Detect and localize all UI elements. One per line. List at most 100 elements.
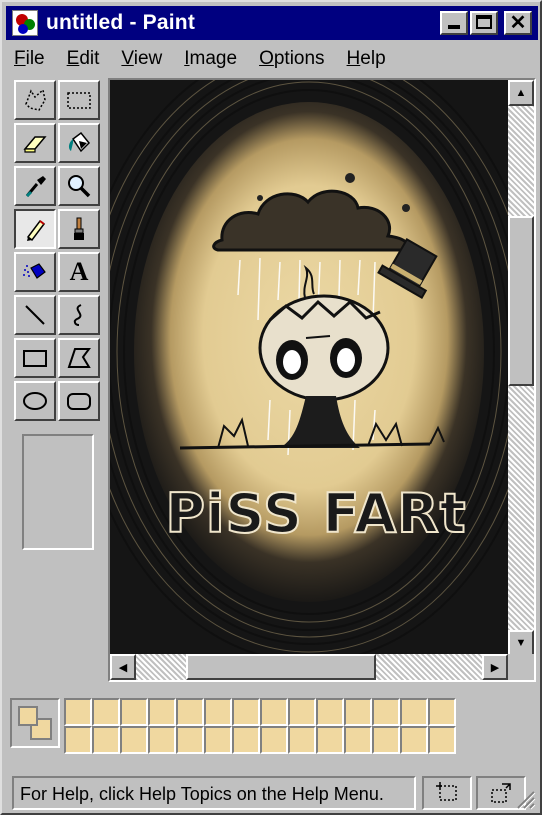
horizontal-scrollbar[interactable]: ◀ ▶ <box>110 654 508 680</box>
color-swatch[interactable] <box>288 698 316 726</box>
color-swatch[interactable] <box>372 698 400 726</box>
color-swatch[interactable] <box>428 698 456 726</box>
close-button[interactable]: ✕ <box>504 11 532 35</box>
scrollbar-corner <box>508 654 534 680</box>
menu-bar: File Edit View Image Options Help <box>6 42 538 76</box>
tool-curve[interactable] <box>58 295 100 335</box>
status-position-pane <box>422 776 472 810</box>
color-swatch[interactable] <box>232 726 260 754</box>
maximize-button[interactable] <box>470 11 498 35</box>
color-swatch[interactable] <box>204 726 232 754</box>
vertical-scroll-thumb[interactable] <box>508 216 534 386</box>
tool-ellipse[interactable] <box>14 381 56 421</box>
title-bar[interactable]: untitled - Paint ✕ <box>6 6 538 40</box>
color-palette <box>6 690 538 764</box>
horizontal-scroll-thumb[interactable] <box>186 654 376 680</box>
arrow-left-icon: ◀ <box>118 661 128 674</box>
artwork-caption: PiSS FARt <box>165 482 466 545</box>
status-help-text: For Help, click Help Topics on the Help … <box>12 776 416 810</box>
color-swatch[interactable] <box>232 698 260 726</box>
color-swatch[interactable] <box>344 726 372 754</box>
color-swatch[interactable] <box>148 726 176 754</box>
arrow-right-icon: ▶ <box>490 661 500 674</box>
color-swatch[interactable] <box>176 698 204 726</box>
color-swatch[interactable] <box>260 698 288 726</box>
drawing-canvas[interactable]: PiSS FARt <box>110 80 508 656</box>
scroll-down-button[interactable]: ▼ <box>508 630 534 656</box>
color-swatch[interactable] <box>92 698 120 726</box>
color-swatch[interactable] <box>176 726 204 754</box>
color-swatch[interactable] <box>400 726 428 754</box>
color-swatch[interactable] <box>260 726 288 754</box>
color-swatch[interactable] <box>120 726 148 754</box>
tool-polygon[interactable] <box>58 338 100 378</box>
eyedropper-icon <box>25 176 46 198</box>
tool-select[interactable] <box>58 80 100 120</box>
tool-rounded-rectangle[interactable] <box>58 381 100 421</box>
artwork-image: PiSS FARt <box>110 80 508 656</box>
vertical-scrollbar[interactable]: ▲ ▼ <box>508 80 534 656</box>
color-swatch[interactable] <box>288 726 316 754</box>
maximize-icon <box>476 15 492 29</box>
eraser-icon <box>23 136 47 153</box>
line-icon <box>25 305 45 325</box>
arrow-down-icon: ▼ <box>515 637 527 649</box>
window-controls: ✕ <box>438 11 532 35</box>
menu-edit[interactable]: Edit <box>67 48 100 70</box>
menu-options[interactable]: Options <box>259 48 324 70</box>
magnifier-icon <box>68 175 91 198</box>
color-swatches <box>64 698 456 754</box>
color-swatch[interactable] <box>316 726 344 754</box>
color-swatch[interactable] <box>120 698 148 726</box>
rounded-rect-icon <box>67 393 91 410</box>
menu-file[interactable]: File <box>14 48 45 70</box>
scroll-right-button[interactable]: ▶ <box>482 654 508 680</box>
paint-app-icon[interactable] <box>12 10 38 36</box>
tool-options-box[interactable] <box>22 434 94 550</box>
current-colors[interactable] <box>10 698 60 748</box>
tool-free-form-select[interactable] <box>14 80 56 120</box>
color-swatch[interactable] <box>92 726 120 754</box>
tool-magnifier[interactable] <box>58 166 100 206</box>
color-swatch[interactable] <box>64 726 92 754</box>
color-swatch[interactable] <box>344 698 372 726</box>
menu-view[interactable]: View <box>121 48 162 70</box>
tool-eraser[interactable] <box>14 123 56 163</box>
toolbox: A <box>10 78 106 678</box>
tool-fill-with-color[interactable] <box>58 123 100 163</box>
tool-brush[interactable] <box>58 209 100 249</box>
pencil-icon <box>26 219 46 242</box>
window-title: untitled - Paint <box>46 11 196 34</box>
tool-rectangle[interactable] <box>14 338 56 378</box>
close-icon: ✕ <box>509 12 527 34</box>
scroll-left-button[interactable]: ◀ <box>110 654 136 680</box>
color-swatch[interactable] <box>316 698 344 726</box>
status-bar: For Help, click Help Topics on the Help … <box>6 774 538 812</box>
scroll-up-button[interactable]: ▲ <box>508 80 534 106</box>
free-select-icon <box>25 88 46 111</box>
tool-text[interactable]: A <box>58 252 100 292</box>
tool-pick-color[interactable] <box>14 166 56 206</box>
menu-image[interactable]: Image <box>184 48 237 70</box>
brush-icon <box>74 217 84 240</box>
resize-grip-icon[interactable] <box>512 786 536 810</box>
color-swatch[interactable] <box>148 698 176 726</box>
tool-pencil[interactable] <box>14 209 56 249</box>
polygon-icon <box>67 348 91 368</box>
arrow-up-icon: ▲ <box>515 87 527 99</box>
curve-icon <box>73 304 82 326</box>
color-swatch[interactable] <box>204 698 232 726</box>
minimize-button[interactable] <box>440 11 468 35</box>
foreground-color[interactable] <box>18 706 38 726</box>
tool-line[interactable] <box>14 295 56 335</box>
menu-help[interactable]: Help <box>347 48 386 70</box>
color-swatch[interactable] <box>400 698 428 726</box>
airbrush-icon <box>23 263 46 279</box>
ellipse-icon <box>23 392 47 410</box>
color-swatch[interactable] <box>64 698 92 726</box>
canvas-area: PiSS FARt ▲ ▼ ◀ ▶ <box>108 78 536 682</box>
color-swatch[interactable] <box>428 726 456 754</box>
fill-bucket-icon <box>68 131 91 153</box>
color-swatch[interactable] <box>372 726 400 754</box>
tool-airbrush[interactable] <box>14 252 56 292</box>
